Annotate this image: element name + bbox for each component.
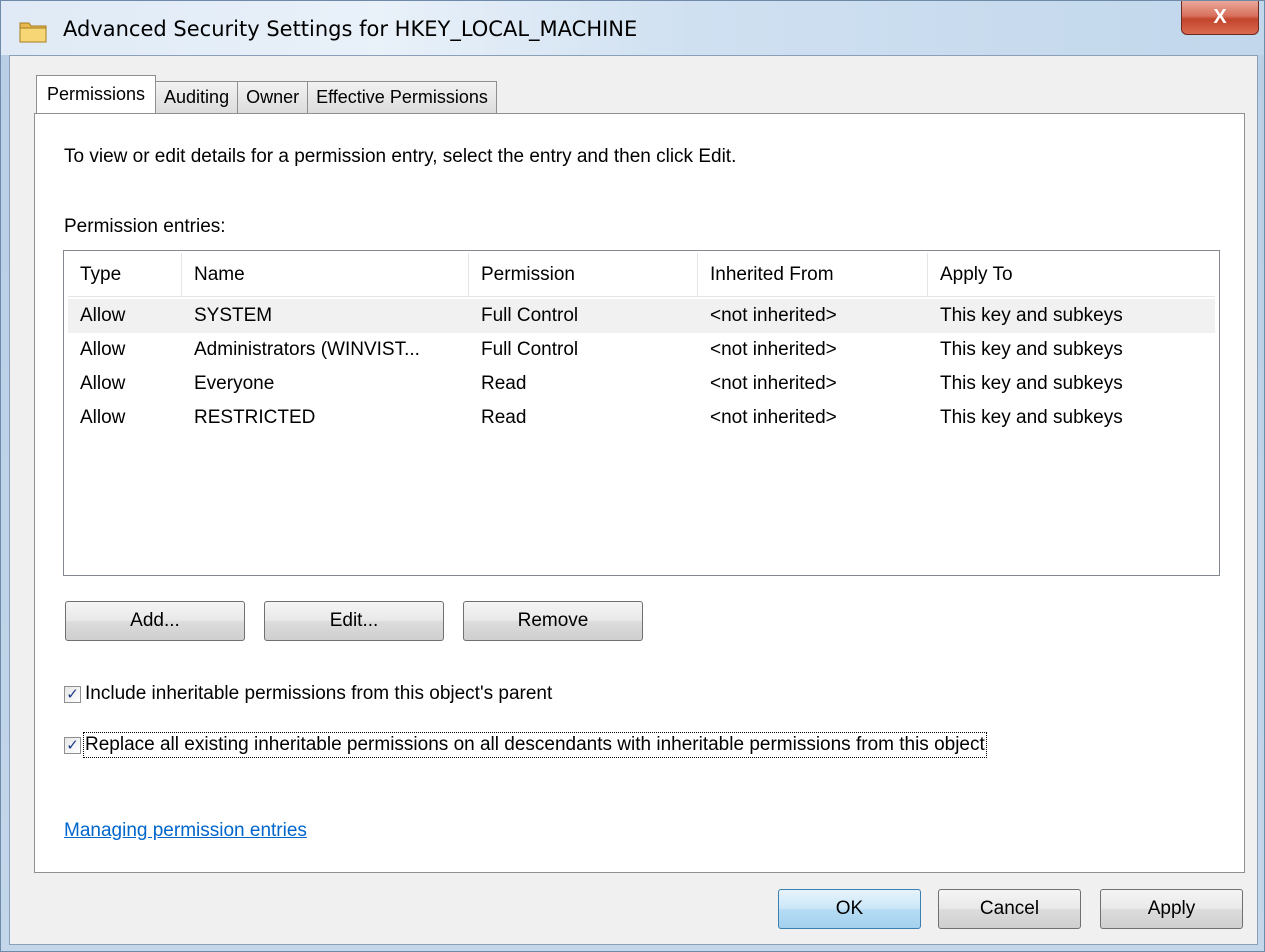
cell-inherited-from: <not inherited>: [710, 339, 837, 360]
cell-permission: Full Control: [481, 339, 579, 360]
replace-all-checkbox[interactable]: ✓: [64, 736, 81, 754]
managing-permission-entries-link[interactable]: Managing permission entries: [64, 820, 307, 842]
dialog-client-area: Permissions Auditing Owner Effective Per…: [9, 55, 1258, 945]
column-header-type[interactable]: Type: [68, 253, 182, 297]
instructions-text: To view or edit details for a permission…: [64, 146, 737, 167]
add-button[interactable]: Add...: [65, 601, 245, 641]
column-header-name[interactable]: Name: [182, 253, 469, 297]
cell-apply-to: This key and subkeys: [940, 339, 1123, 360]
tab-auditing[interactable]: Auditing: [155, 81, 239, 113]
replace-all-option[interactable]: ✓ Replace all existing inheritable permi…: [64, 732, 987, 758]
folder-icon: [19, 22, 47, 43]
include-inheritable-label: Include inheritable permissions from thi…: [85, 683, 553, 704]
cell-permission: Read: [481, 373, 527, 394]
tab-strip: Permissions Auditing Owner Effective Per…: [36, 75, 497, 113]
permission-entries-list[interactable]: Type Name Permission Inherited From Appl…: [63, 250, 1220, 576]
table-row[interactable]: Allow RESTRICTED Read <not inherited> Th…: [68, 401, 1215, 435]
cell-permission: Full Control: [481, 305, 579, 326]
ok-button[interactable]: OK: [778, 889, 921, 929]
remove-button[interactable]: Remove: [463, 601, 643, 641]
checkmark-icon: ✓: [66, 685, 79, 703]
close-button[interactable]: X: [1181, 1, 1259, 35]
include-inheritable-checkbox[interactable]: ✓: [64, 685, 81, 703]
dialog-window: Advanced Security Settings for HKEY_LOCA…: [0, 0, 1265, 952]
cell-inherited-from: <not inherited>: [710, 373, 837, 394]
column-header-permission[interactable]: Permission: [469, 253, 698, 297]
column-header-inherited-from[interactable]: Inherited From: [698, 253, 928, 297]
cell-inherited-from: <not inherited>: [710, 305, 837, 326]
cell-type: Allow: [80, 339, 126, 360]
cancel-button[interactable]: Cancel: [938, 889, 1081, 929]
cell-type: Allow: [80, 407, 126, 428]
list-header: Type Name Permission Inherited From Appl…: [68, 253, 1215, 297]
cell-apply-to: This key and subkeys: [940, 373, 1123, 394]
table-row[interactable]: Allow Administrators (WINVIST... Full Co…: [68, 333, 1215, 367]
cell-name: SYSTEM: [194, 305, 273, 326]
cell-name: Everyone: [194, 373, 275, 394]
checkmark-icon: ✓: [66, 736, 79, 754]
cell-inherited-from: <not inherited>: [710, 407, 837, 428]
cell-type: Allow: [80, 373, 126, 394]
include-inheritable-option[interactable]: ✓ Include inheritable permissions from t…: [64, 683, 552, 705]
tab-owner[interactable]: Owner: [237, 81, 309, 113]
cell-apply-to: This key and subkeys: [940, 407, 1123, 428]
permissions-panel: To view or edit details for a permission…: [34, 113, 1245, 873]
cell-apply-to: This key and subkeys: [940, 305, 1123, 326]
cell-name: RESTRICTED: [194, 407, 316, 428]
list-body: Allow SYSTEM Full Control <not inherited…: [68, 299, 1215, 435]
cell-permission: Read: [481, 407, 527, 428]
edit-button[interactable]: Edit...: [264, 601, 444, 641]
replace-all-label: Replace all existing inheritable permiss…: [83, 732, 987, 758]
tab-effective-permissions[interactable]: Effective Permissions: [307, 81, 497, 113]
window-title: Advanced Security Settings for HKEY_LOCA…: [63, 17, 638, 41]
cell-name: Administrators (WINVIST...: [194, 339, 420, 360]
cell-type: Allow: [80, 305, 126, 326]
permission-entries-label: Permission entries:: [64, 216, 226, 237]
apply-button[interactable]: Apply: [1100, 889, 1243, 929]
tab-permissions[interactable]: Permissions: [36, 75, 157, 113]
table-row[interactable]: Allow SYSTEM Full Control <not inherited…: [68, 299, 1215, 333]
column-header-apply-to[interactable]: Apply To: [928, 253, 1215, 297]
close-icon: X: [1213, 6, 1227, 28]
title-bar: Advanced Security Settings for HKEY_LOCA…: [1, 1, 1264, 55]
table-row[interactable]: Allow Everyone Read <not inherited> This…: [68, 367, 1215, 401]
